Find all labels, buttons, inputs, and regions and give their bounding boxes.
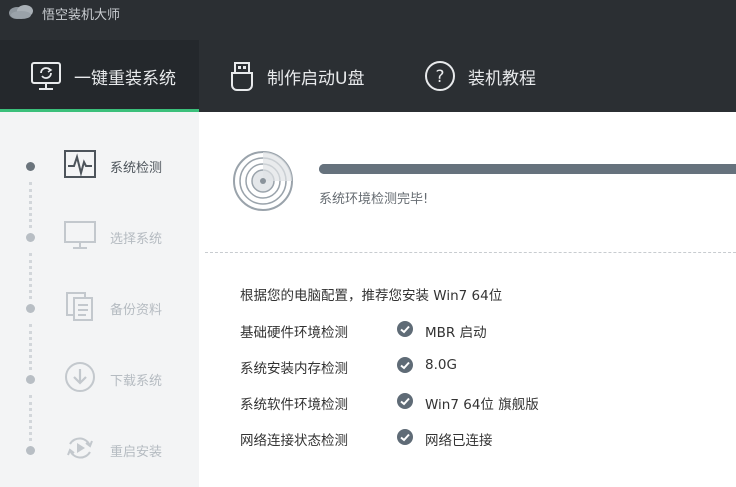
- recommendation-text: 根据您的电脑配置，推荐您安装 Win7 64位: [240, 288, 503, 304]
- svg-text:?: ?: [435, 67, 444, 87]
- tab-label: 装机教程: [468, 68, 536, 89]
- step-label: 系统检测: [110, 161, 163, 176]
- cloud-logo-icon: [9, 5, 33, 19]
- step-dot: [26, 375, 35, 384]
- restart-icon: [67, 437, 93, 459]
- check-circle-icon: [397, 357, 413, 373]
- radar-scan-icon: [233, 151, 293, 211]
- step-label: 选择系统: [110, 232, 163, 247]
- step-download: 下载系统: [0, 359, 199, 399]
- step-dot: [26, 446, 35, 455]
- app-title: 悟空装机大师: [42, 8, 121, 23]
- monitor-refresh-icon: [31, 62, 61, 90]
- main-nav: 一键重装系统 制作启动U盘 ? 装机教程: [0, 40, 736, 112]
- tab-label: 制作启动U盘: [267, 68, 365, 89]
- usb-drive-icon: [231, 62, 253, 91]
- check-row-hardware: 基础硬件环境检测 MBR 启动: [240, 320, 720, 341]
- check-name: 基础硬件环境检测: [240, 325, 348, 341]
- app-header: 悟空装机大师 一键重装系统 制作启动U盘 ? 装机教程: [0, 0, 736, 112]
- step-select-system: 选择系统: [0, 217, 199, 257]
- desktop-icon: [64, 221, 96, 249]
- tab-make-usb[interactable]: 制作启动U盘: [199, 40, 399, 112]
- check-row-network: 网络连接状态检测 网络已连接: [240, 428, 720, 449]
- check-row-memory: 系统安装内存检测 8.0G: [240, 356, 720, 377]
- step-backup: 备份资料: [0, 288, 199, 328]
- step-sidebar: 系统检测 选择系统 备份资料 下载系统 重启安装: [0, 112, 199, 487]
- check-value: 8.0G: [425, 357, 457, 373]
- check-value: MBR 启动: [425, 325, 487, 341]
- step-dot: [26, 233, 35, 242]
- tab-label: 一键重装系统: [74, 68, 176, 89]
- progress-fill: [319, 164, 736, 174]
- check-circle-icon: [397, 321, 413, 337]
- check-circle-icon: [397, 429, 413, 445]
- detection-progress-bar: [319, 164, 736, 174]
- tab-one-click-reinstall[interactable]: 一键重装系统: [0, 40, 199, 112]
- step-restart-install: 重启安装: [0, 430, 199, 470]
- check-circle-icon: [397, 393, 413, 409]
- divider: [205, 252, 736, 253]
- step-system-check: 系统检测: [0, 146, 199, 186]
- detection-panel: 系统环境检测完毕! 根据您的电脑配置，推荐您安装 Win7 64位 基础硬件环境…: [199, 112, 736, 487]
- step-label: 重启安装: [110, 445, 163, 460]
- step-dot: [26, 304, 35, 313]
- detection-status-text: 系统环境检测完毕!: [319, 192, 429, 207]
- check-value: Win7 64位 旗舰版: [425, 397, 539, 413]
- check-name: 系统安装内存检测: [240, 361, 348, 377]
- help-circle-icon: ?: [425, 61, 455, 91]
- check-name: 系统软件环境检测: [240, 397, 348, 413]
- tab-tutorial[interactable]: ? 装机教程: [399, 40, 599, 112]
- pulse-monitor-icon: [64, 150, 96, 178]
- step-label: 备份资料: [110, 303, 163, 318]
- step-dot: [26, 162, 35, 171]
- check-value: 网络已连接: [425, 433, 493, 449]
- step-label: 下载系统: [110, 374, 163, 389]
- download-icon: [65, 362, 95, 392]
- check-row-software: 系统软件环境检测 Win7 64位 旗舰版: [240, 392, 720, 413]
- check-name: 网络连接状态检测: [240, 433, 348, 449]
- documents-icon: [66, 292, 93, 321]
